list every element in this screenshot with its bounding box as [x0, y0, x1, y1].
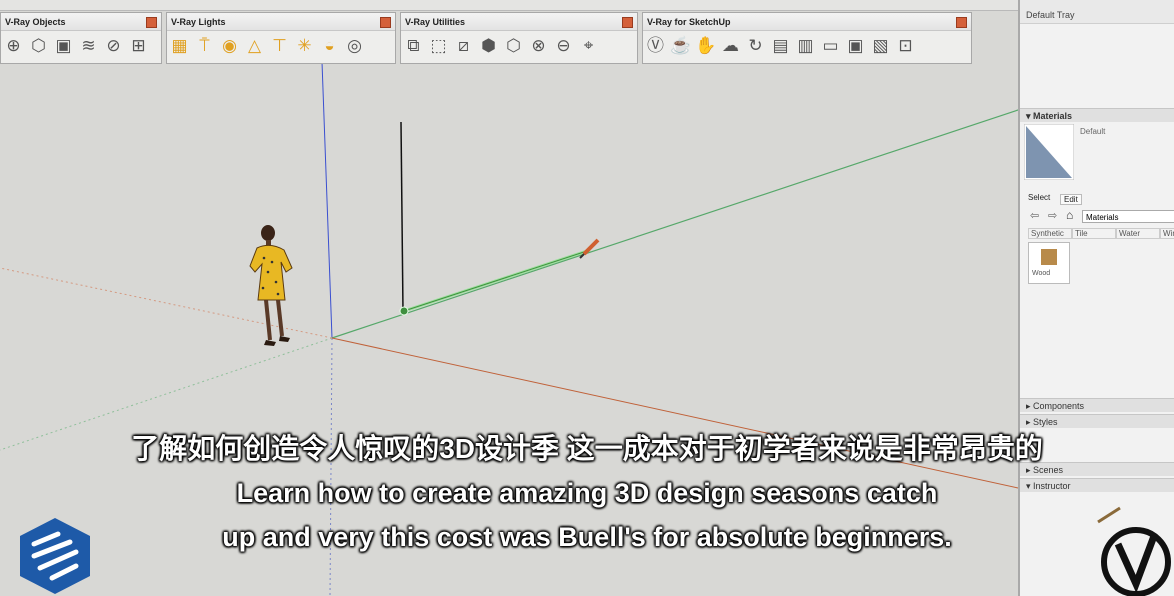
- sphere-b-icon[interactable]: ⊖: [553, 34, 574, 58]
- inference-line-core: [403, 249, 591, 312]
- copy-icon[interactable]: ⧉: [403, 34, 424, 58]
- subtitle-chinese: 了解如何创造令人惊叹的3D设计季 这一成本对于初学者来说是非常昂贵的: [131, 433, 1043, 464]
- wood-swatch-icon: [1041, 249, 1057, 265]
- frame-buffer-icon[interactable]: ▤: [770, 34, 791, 58]
- slash-icon[interactable]: ⧄: [453, 34, 474, 58]
- category-tile[interactable]: Tile: [1072, 228, 1116, 239]
- image-icon[interactable]: ▭: [820, 34, 841, 58]
- toolbar-title: V-Ray for SketchUp: [643, 13, 971, 31]
- toolbar-vray-utilities: V-Ray Utilities ⧉ ⬚ ⧄ ⬢ ⬡ ⊗ ⊖ ⌖: [400, 12, 638, 64]
- materials-section-header[interactable]: ▾ Materials: [1020, 108, 1174, 122]
- pencil-cursor-icon: [579, 238, 600, 259]
- sphere-icon[interactable]: ⊕: [3, 34, 24, 58]
- blue-axis-neg: [329, 337, 333, 596]
- teapot-icon[interactable]: ☕: [670, 34, 691, 58]
- toolbar-title: V-Ray Lights: [167, 13, 395, 31]
- box-icon[interactable]: ⬢: [478, 34, 499, 58]
- tab-edit[interactable]: Edit: [1060, 194, 1082, 205]
- material-preview: [1024, 124, 1074, 180]
- vray-logo-icon[interactable]: Ⓥ: [645, 34, 666, 58]
- lock-icon[interactable]: ▥: [795, 34, 816, 58]
- cursor-icon[interactable]: ⌖: [578, 34, 599, 58]
- material-library-dropdown[interactable]: Materials: [1082, 210, 1174, 223]
- close-icon[interactable]: [380, 17, 391, 28]
- forward-arrow-icon[interactable]: ⇨: [1048, 209, 1057, 222]
- settings-icon[interactable]: ▧: [870, 34, 891, 58]
- category-tabs: Synthetic Tile Water Wind: [1028, 228, 1174, 239]
- omni-light-icon[interactable]: ⊤: [269, 34, 290, 58]
- close-icon[interactable]: [956, 17, 967, 28]
- components-label: Components: [1033, 401, 1085, 411]
- vertical-edge[interactable]: [400, 121, 404, 313]
- tab-select[interactable]: Select: [1028, 193, 1050, 202]
- endpoint-marker[interactable]: [399, 306, 409, 316]
- material-name: Default: [1080, 127, 1106, 136]
- spot-light-icon[interactable]: ⍑: [194, 34, 215, 58]
- dome-light-icon[interactable]: ◒: [319, 34, 340, 58]
- category-water[interactable]: Water: [1116, 228, 1160, 239]
- cloud-icon[interactable]: ☁: [720, 34, 741, 58]
- styles-section-header[interactable]: ▸ Styles: [1020, 414, 1174, 428]
- toolbar-title: V-Ray Objects: [1, 13, 161, 31]
- swatch-label: Wood: [1032, 270, 1051, 277]
- category-synthetic[interactable]: Synthetic: [1028, 228, 1072, 239]
- lock2-icon[interactable]: ⊡: [895, 34, 916, 58]
- subtitle-english-line1: Learn how to create amazing 3D design se…: [236, 478, 938, 508]
- toolbar-vray-objects: V-Ray Objects ⊕ ⬡ ▣ ≋ ⊘ ⊞: [0, 12, 162, 64]
- toolbar-title: V-Ray Utilities: [401, 13, 637, 31]
- category-wind[interactable]: Wind: [1160, 228, 1174, 239]
- subtitle-english-line2: up and very this cost was Buell's for ab…: [222, 522, 952, 552]
- grid-icon[interactable]: ⊞: [128, 34, 149, 58]
- collapse-triangle-icon: ▾: [1026, 111, 1034, 121]
- select-icon[interactable]: ⬚: [428, 34, 449, 58]
- tray-title: Default Tray: [1020, 0, 1174, 24]
- interactive-icon[interactable]: ✋: [695, 34, 716, 58]
- scale-figure[interactable]: [249, 225, 293, 346]
- toolbar-vray-for-sketchup: V-Ray for SketchUp Ⓥ ☕ ✋ ☁ ↻ ▤ ▥ ▭ ▣ ▧ ⊡: [642, 12, 972, 64]
- components-section-header[interactable]: ▸ Components: [1020, 398, 1174, 412]
- mesh-light-icon[interactable]: ◎: [344, 34, 365, 58]
- mesh-icon[interactable]: ⊘: [103, 34, 124, 58]
- close-icon[interactable]: [146, 17, 157, 28]
- rect-light-icon[interactable]: ▦: [169, 34, 190, 58]
- fur-icon[interactable]: ≋: [78, 34, 99, 58]
- close-icon[interactable]: [622, 17, 633, 28]
- green-axis: [331, 109, 1018, 339]
- sphere-a-icon[interactable]: ⊗: [528, 34, 549, 58]
- back-arrow-icon[interactable]: ⇦: [1030, 209, 1039, 222]
- home-icon[interactable]: ⌂: [1066, 208, 1073, 222]
- refresh-icon[interactable]: ↻: [745, 34, 766, 58]
- sun-icon[interactable]: ✳: [294, 34, 315, 58]
- cube-outline-icon[interactable]: ⬡: [28, 34, 49, 58]
- ies-light-icon[interactable]: △: [244, 34, 265, 58]
- styles-label: Styles: [1033, 417, 1058, 427]
- camera-icon[interactable]: ▣: [845, 34, 866, 58]
- sphere-light-icon[interactable]: ◉: [219, 34, 240, 58]
- cube-box-icon[interactable]: ▣: [53, 34, 74, 58]
- blue-axis: [321, 61, 333, 339]
- toolbar-vray-lights: V-Ray Lights ▦ ⍑ ◉ △ ⊤ ✳ ◒ ◎: [166, 12, 396, 64]
- materials-header-label: Materials: [1033, 111, 1073, 121]
- cube-icon[interactable]: ⬡: [503, 34, 524, 58]
- material-swatch-wood[interactable]: Wood: [1028, 242, 1070, 284]
